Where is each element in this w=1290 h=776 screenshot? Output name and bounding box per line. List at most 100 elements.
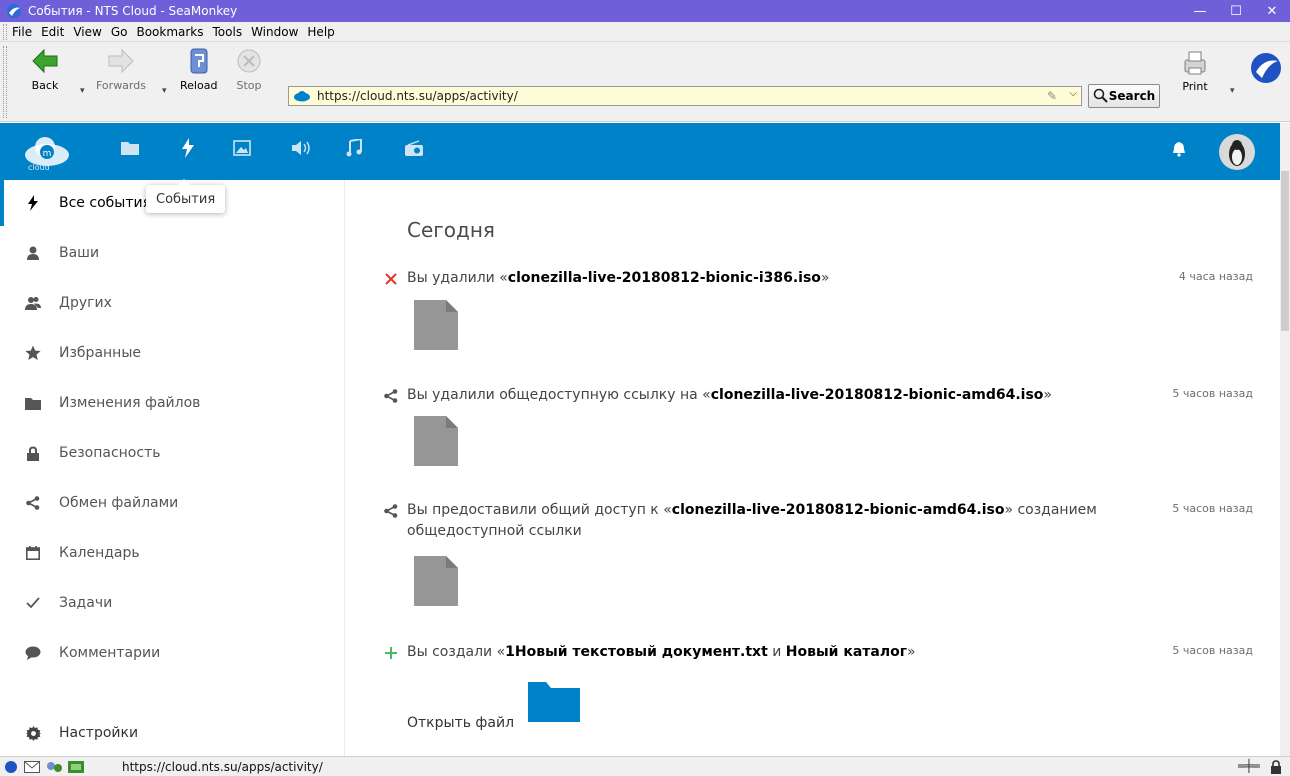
activity-text: Вы удалили общедоступную ссылку на «clon… (407, 387, 1052, 403)
audio-player-app-icon[interactable] (291, 140, 313, 160)
sidebar-item-calendar[interactable]: Календарь (0, 530, 345, 576)
sidebar-item-label: Обмен файлами (59, 495, 179, 511)
mail-icon[interactable] (24, 761, 40, 773)
file-thumbnail[interactable] (414, 416, 458, 466)
gallery-app-icon[interactable] (233, 140, 251, 160)
gear-icon (24, 724, 42, 742)
activity-time: 5 часов назад (1172, 502, 1253, 515)
sidebar: Все события Ваши Других Избранные Измене… (0, 180, 345, 756)
add-icon (383, 645, 399, 661)
music-app-icon[interactable] (346, 137, 362, 161)
folder-link[interactable]: Новый каталог (786, 644, 907, 660)
lightning-icon (24, 194, 42, 212)
file-link[interactable]: clonezilla-live-20180812-bionic-i386.iso (508, 270, 821, 286)
forward-dropdown-icon[interactable]: ▾ (162, 86, 167, 96)
sidebar-item-others[interactable]: Других (0, 280, 345, 326)
back-button[interactable]: Back (30, 46, 60, 92)
menu-edit[interactable]: Edit (41, 25, 64, 39)
share-icon (383, 503, 399, 519)
menubar-grip[interactable] (3, 24, 7, 40)
comment-icon (24, 644, 42, 662)
file-link[interactable]: clonezilla-live-20180812-bionic-amd64.is… (711, 387, 1044, 403)
radio-app-icon[interactable] (404, 140, 424, 161)
url-text: https://cloud.nts.su/apps/activity/ (317, 89, 518, 103)
menu-window[interactable]: Window (251, 25, 298, 39)
menu-bar: File Edit View Go Bookmarks Tools Window… (0, 22, 1290, 42)
file-thumbnail[interactable] (414, 556, 458, 606)
seamonkey-throbber-icon (1251, 53, 1281, 83)
activity-app-icon[interactable] (181, 138, 195, 162)
files-app-icon[interactable] (121, 140, 139, 160)
forward-button[interactable]: Forwards (96, 46, 146, 92)
search-button[interactable]: Search (1088, 84, 1160, 108)
navigation-toolbar: Back ▾ Forwards ▾ Reload Stop https://cl… (0, 42, 1290, 122)
sidebar-item-label: Других (59, 295, 112, 311)
sidebar-item-security[interactable]: Безопасность (0, 430, 345, 476)
app-header: m cloud (0, 123, 1280, 180)
minimize-button[interactable]: — (1182, 0, 1218, 22)
settings-label: Настройки (59, 725, 139, 741)
checkmark-icon (24, 594, 42, 612)
browser-window: События - NTS Cloud - SeaMonkey — ☐ ✕ Fi… (0, 0, 1290, 776)
status-bar: https://cloud.nts.su/apps/activity/ ═╪═ (0, 756, 1290, 776)
share-icon (24, 494, 42, 512)
file-link[interactable]: 1Новый текстовый документ.txt (505, 644, 768, 660)
sidebar-item-tasks[interactable]: Задачи (0, 580, 345, 626)
users-icon (24, 294, 42, 312)
folder-thumbnail[interactable] (528, 680, 580, 722)
menu-file[interactable]: File (12, 25, 32, 39)
print-dropdown-icon[interactable]: ▾ (1230, 86, 1235, 96)
nextcloud-logo[interactable]: m cloud (22, 135, 72, 173)
file-link[interactable]: clonezilla-live-20180812-bionic-amd64.is… (672, 502, 1005, 518)
printer-icon (1184, 51, 1206, 75)
menu-go[interactable]: Go (111, 25, 128, 39)
activity-time: 5 часов назад (1172, 644, 1253, 657)
sidebar-item-file-changes[interactable]: Изменения файлов (0, 380, 345, 426)
sidebar-settings[interactable]: Настройки (0, 710, 345, 756)
activity-stream: Сегодня Вы удалили «clonezilla-live-2018… (345, 180, 1280, 756)
section-heading-today: Сегодня (407, 218, 495, 242)
sidebar-item-favorites[interactable]: Избранные (0, 330, 345, 376)
user-avatar[interactable] (1218, 133, 1256, 175)
seamonkey-icon (7, 4, 21, 18)
reload-button[interactable]: Reload (180, 46, 217, 92)
star-icon (24, 344, 42, 362)
open-file-link[interactable]: Открыть файл (407, 715, 514, 731)
scrollbar-thumb[interactable] (1281, 171, 1289, 331)
sidebar-item-comments[interactable]: Комментарии (0, 630, 345, 676)
sidebar-item-sharing[interactable]: Обмен файлами (0, 480, 345, 526)
notifications-bell-icon[interactable] (1172, 141, 1186, 161)
window-title: События - NTS Cloud - SeaMonkey (28, 4, 238, 18)
menu-tools[interactable]: Tools (213, 25, 243, 39)
site-cloud-icon (294, 91, 310, 102)
folder-icon (24, 394, 42, 412)
activity-text: Вы предоставили общий доступ к «clonezil… (407, 502, 1097, 539)
lock-icon (24, 444, 42, 462)
print-button[interactable]: Print (1180, 48, 1210, 93)
close-button[interactable]: ✕ (1254, 0, 1290, 22)
file-thumbnail[interactable] (414, 300, 458, 350)
url-bar[interactable]: https://cloud.nts.su/apps/activity/ ✎ ⌵ (288, 86, 1082, 106)
online-status-icon[interactable] (4, 760, 18, 774)
composer-icon[interactable] (68, 760, 84, 774)
reload-icon (190, 48, 208, 74)
maximize-button[interactable]: ☐ (1218, 0, 1254, 22)
title-bar: События - NTS Cloud - SeaMonkey — ☐ ✕ (0, 0, 1290, 22)
back-dropdown-icon[interactable]: ▾ (80, 86, 85, 96)
svg-text:m: m (43, 149, 52, 159)
url-history-dropdown-icon[interactable]: ⌵ (1069, 88, 1077, 99)
edit-bookmark-icon[interactable]: ✎ (1047, 89, 1057, 103)
security-lock-icon[interactable] (1270, 760, 1282, 774)
menu-bookmarks[interactable]: Bookmarks (136, 25, 203, 39)
activity-text: Вы удалили «clonezilla-live-20180812-bio… (407, 270, 830, 286)
stop-button[interactable]: Stop (234, 46, 264, 92)
page-scrollbar[interactable] (1280, 123, 1290, 756)
sidebar-item-yours[interactable]: Ваши (0, 230, 345, 276)
calendar-icon (24, 544, 42, 562)
chat-icon[interactable] (46, 760, 64, 774)
menu-help[interactable]: Help (307, 25, 334, 39)
delete-icon (383, 271, 399, 287)
activity-tooltip: События (146, 179, 226, 213)
toolbar-grip[interactable] (3, 46, 7, 118)
menu-view[interactable]: View (73, 25, 101, 39)
